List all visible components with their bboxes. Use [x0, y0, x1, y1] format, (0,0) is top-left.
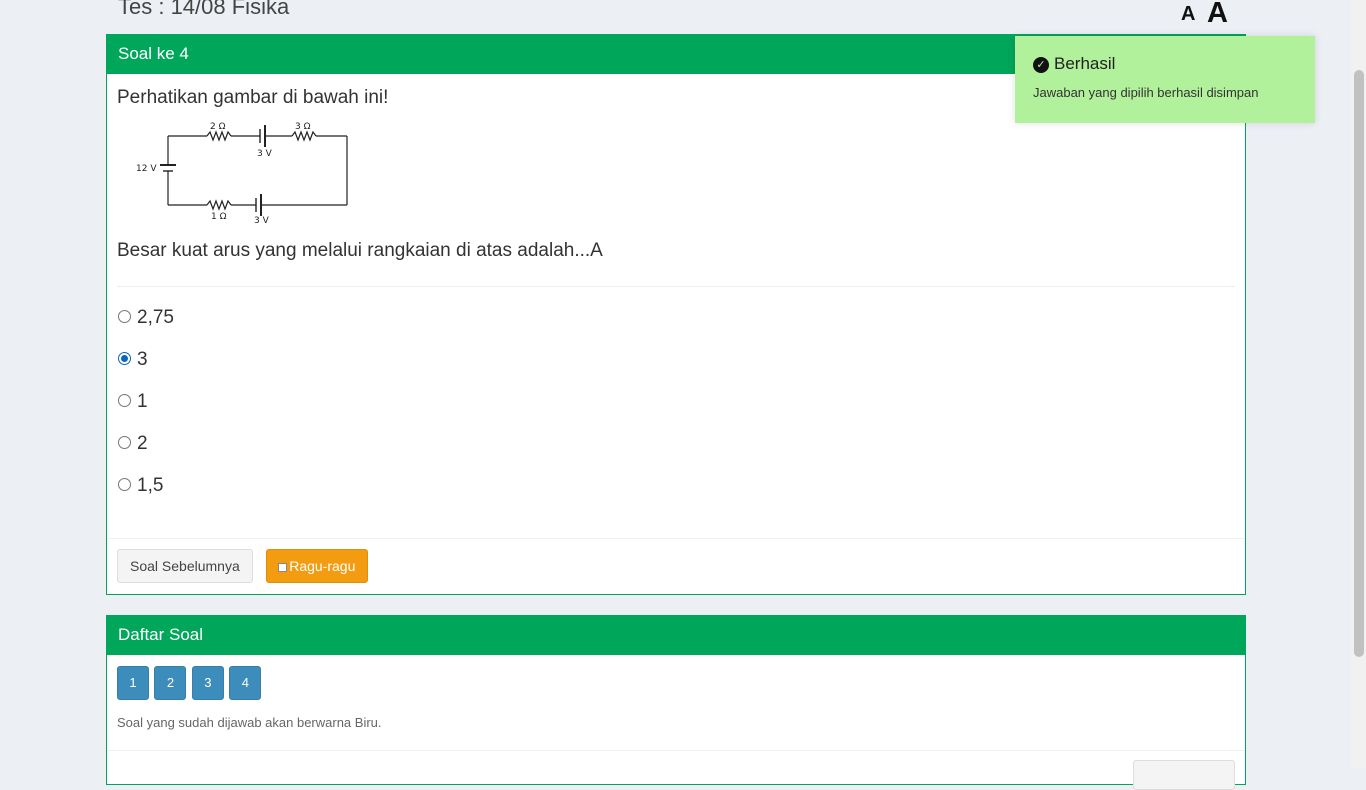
toast-title: ✓ Berhasil — [1033, 54, 1297, 74]
divider — [117, 286, 1235, 287]
doubt-label: Ragu-ragu — [289, 558, 356, 574]
radio-button[interactable] — [118, 352, 131, 365]
answer-option[interactable]: 1 — [117, 391, 1235, 433]
check-circle-icon: ✓ — [1033, 57, 1049, 73]
page-title: Tes : 14/08 Fisika — [118, 0, 290, 19]
question-list-header: Daftar Soal — [107, 615, 1245, 655]
option-label[interactable]: 2,75 — [137, 307, 174, 329]
question-prompt: Besar kuat arus yang melalui rangkaian d… — [117, 240, 603, 261]
question-footer: Soal Sebelumnya Ragu-ragu — [107, 538, 1245, 594]
question-number-button[interactable]: 3 — [191, 666, 224, 700]
option-label[interactable]: 1 — [137, 391, 148, 413]
option-label[interactable]: 2 — [137, 433, 148, 455]
question-list-body: 1 2 3 4 Soal yang sudah dijawab akan ber… — [107, 655, 1245, 741]
answer-option[interactable]: 1,5 — [117, 475, 1235, 517]
option-label[interactable]: 3 — [137, 349, 148, 371]
label-battery-bottom: 3 V — [254, 216, 270, 224]
scrollbar-thumb[interactable] — [1354, 70, 1364, 657]
option-label[interactable]: 1,5 — [137, 475, 163, 497]
label-resistor-3: 3 Ω — [295, 122, 311, 132]
label-battery-left: 12 V — [136, 164, 157, 174]
question-number-button[interactable]: 1 — [117, 666, 149, 700]
answer-option[interactable]: 2,75 — [117, 307, 1235, 349]
answer-options: 2,75 3 1 2 1,5 — [117, 307, 1235, 517]
label-battery-top: 3 V — [257, 149, 273, 159]
previous-question-button[interactable]: Soal Sebelumnya — [117, 549, 253, 583]
success-toast[interactable]: ✓ Berhasil Jawaban yang dipilih berhasil … — [1015, 36, 1315, 123]
radio-button[interactable] — [118, 394, 131, 407]
radio-button[interactable] — [118, 478, 131, 491]
question-list-panel: Daftar Soal 1 2 3 4 Soal yang sudah dija… — [106, 615, 1246, 790]
divider — [107, 750, 1245, 751]
increase-font-button[interactable]: A — [1207, 0, 1228, 30]
answer-option[interactable]: 2 — [117, 433, 1235, 475]
doubt-checkbox[interactable] — [278, 563, 288, 572]
answer-option[interactable]: 3 — [117, 349, 1235, 391]
toast-title-text: Berhasil — [1054, 54, 1116, 73]
radio-button[interactable] — [118, 436, 131, 449]
question-body: Perhatikan gambar di bawah ini! 2 Ω 3 Ω … — [107, 74, 1245, 517]
question-number-button[interactable]: 2 — [154, 666, 187, 700]
decrease-font-button[interactable]: A — [1181, 3, 1195, 26]
question-list-note: Soal yang sudah dijawab akan berwarna Bi… — [117, 715, 382, 730]
toast-message: Jawaban yang dipilih berhasil disimpan — [1033, 85, 1259, 100]
doubt-button[interactable]: Ragu-ragu — [266, 549, 369, 583]
label-resistor-2: 2 Ω — [210, 122, 226, 132]
finish-button[interactable] — [1133, 760, 1235, 790]
label-resistor-1: 1 Ω — [211, 212, 227, 222]
circuit-diagram: 2 Ω 3 Ω 3 V 12 V 1 Ω 3 V — [136, 122, 348, 224]
question-number-button[interactable]: 4 — [229, 666, 262, 700]
radio-button[interactable] — [118, 310, 131, 323]
